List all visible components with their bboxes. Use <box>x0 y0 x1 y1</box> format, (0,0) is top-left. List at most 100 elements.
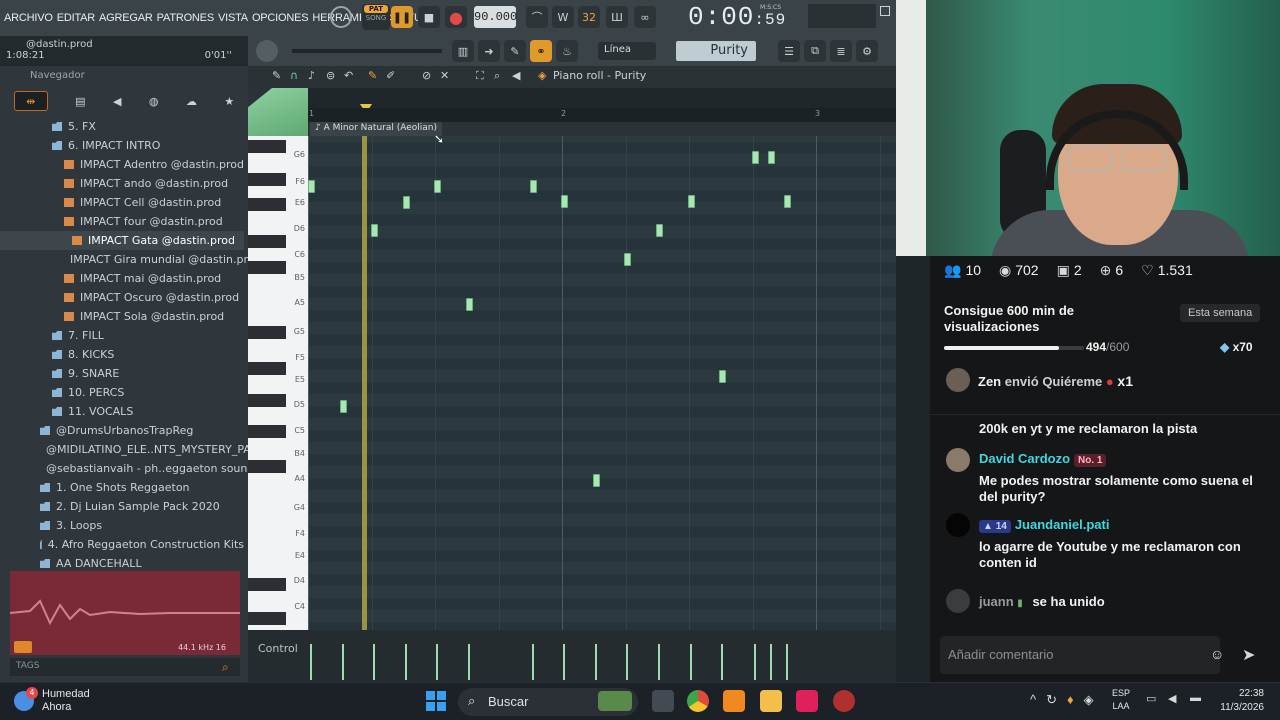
browser-folder[interactable]: 3. Loops <box>0 516 244 535</box>
playhead[interactable] <box>362 136 367 630</box>
avatar[interactable] <box>946 448 970 472</box>
tool-note-icon[interactable]: ♪ <box>308 69 315 82</box>
language-indicator[interactable]: ESP LAA <box>1112 687 1130 713</box>
waveform-preview[interactable]: 44.1 kHz 16 <box>9 571 240 655</box>
velocity-bar[interactable] <box>468 644 470 680</box>
record-button[interactable]: ● <box>445 6 467 28</box>
send-icon[interactable]: ➤ <box>1242 645 1255 665</box>
velocity-bar[interactable] <box>626 644 628 680</box>
black-key[interactable] <box>248 140 286 153</box>
browser-file[interactable]: IMPACT Cell @dastin.prod <box>0 193 244 212</box>
black-key[interactable] <box>248 326 286 339</box>
velocity-bar[interactable] <box>721 644 723 680</box>
velocity-bar[interactable] <box>436 644 438 680</box>
arrow-right-icon[interactable]: ➜ <box>478 40 500 62</box>
goal-period-badge[interactable]: Esta semana <box>1180 304 1261 322</box>
midi-note[interactable] <box>466 298 473 311</box>
master-volume-knob[interactable] <box>256 40 278 62</box>
browser-folder[interactable]: 9. SNARE <box>0 364 244 383</box>
velocity-bar[interactable] <box>532 644 534 680</box>
record-knob-icon[interactable] <box>330 6 352 28</box>
chrome-icon[interactable] <box>687 690 709 712</box>
browser-folder[interactable]: 7. FILL <box>0 326 244 345</box>
timeline-ruler[interactable] <box>308 88 896 113</box>
metronome-icon[interactable]: ⌒ <box>526 6 548 28</box>
pencil-icon[interactable]: ✎ <box>504 40 526 62</box>
midi-note[interactable] <box>403 196 410 209</box>
sync-icon[interactable]: ↻ <box>1046 692 1057 708</box>
midi-note[interactable] <box>530 180 537 193</box>
plugin-icon[interactable]: ⚙ <box>856 40 878 62</box>
tool-paint-icon[interactable]: ✐ <box>386 69 395 82</box>
black-key[interactable] <box>248 261 286 274</box>
link-icon[interactable]: ⚭ <box>530 40 552 62</box>
tool-magnet-icon[interactable]: ∩ <box>290 69 298 82</box>
midi-note[interactable] <box>719 370 726 383</box>
note-grid[interactable] <box>308 136 896 630</box>
midi-note[interactable] <box>308 180 315 193</box>
tempo-display[interactable]: 90.000 <box>474 6 517 28</box>
shield-icon[interactable]: ◈ <box>1084 692 1094 708</box>
browser-file[interactable]: IMPACT ando @dastin.prod <box>0 174 244 193</box>
menu-item[interactable]: AGREGAR <box>99 12 153 24</box>
browser-folder[interactable]: 11. VOCALS <box>0 402 244 421</box>
velocity-bar[interactable] <box>658 644 660 680</box>
scroll-corner[interactable] <box>248 88 308 136</box>
avatar[interactable] <box>946 368 970 392</box>
menu-item[interactable]: ARCHIVO <box>4 12 53 24</box>
menu-item[interactable]: VISTA <box>218 12 248 24</box>
windows-start-icon[interactable] <box>426 691 446 711</box>
emoji-icon[interactable]: ☺ <box>1210 646 1224 662</box>
browser-file[interactable]: IMPACT Gata @dastin.prod <box>0 231 244 250</box>
midi-note[interactable] <box>784 195 791 208</box>
network-icon[interactable]: ▭ <box>1146 692 1156 705</box>
black-key[interactable] <box>248 578 286 591</box>
velocity-bar[interactable] <box>754 644 756 680</box>
browser-folder[interactable]: @sebastianvaih - ph..eggaeton sound kit) <box>0 459 276 478</box>
midi-note[interactable] <box>752 151 759 164</box>
piano-keyboard-icon[interactable]: ▥ <box>452 40 474 62</box>
black-key[interactable] <box>248 235 286 248</box>
pause-button[interactable]: ❚❚ <box>391 6 413 28</box>
browser-globe-tab-icon[interactable]: ◍ <box>149 95 159 108</box>
menu-item[interactable]: EDITAR <box>57 12 96 24</box>
tool-speaker-icon[interactable]: ◀ <box>512 69 520 82</box>
weather-widget[interactable]: 4 Humedad Ahora <box>14 687 90 714</box>
tool-mute-icon[interactable]: ✕ <box>440 69 449 82</box>
velocity-bar[interactable] <box>786 644 788 680</box>
battery-icon[interactable]: ▬ <box>1190 692 1201 704</box>
midi-note[interactable] <box>561 195 568 208</box>
search-icon[interactable]: ⌕ <box>222 660 229 675</box>
menu-item[interactable]: PATRONES <box>157 12 214 24</box>
midi-note[interactable] <box>371 224 378 237</box>
task-view-icon[interactable] <box>652 690 674 712</box>
velocity-bar[interactable] <box>310 644 312 680</box>
midi-note[interactable] <box>656 224 663 237</box>
black-key[interactable] <box>248 425 286 438</box>
browser-folder[interactable]: 5. FX <box>0 117 244 136</box>
midi-note[interactable] <box>593 474 600 487</box>
taskbar-search[interactable]: ⌕ Buscar <box>458 688 638 716</box>
browser-cloud-tab-icon[interactable]: ☁ <box>186 95 197 108</box>
browser-speaker-tab-icon[interactable]: ◀ <box>113 95 121 108</box>
countdown-icon[interactable]: 32 <box>578 6 600 28</box>
channel-selector[interactable]: Purity <box>676 41 756 61</box>
master-pitch-slider[interactable] <box>292 49 442 53</box>
tool-settings-icon[interactable]: ⊜ <box>326 69 335 82</box>
browser-folder[interactable]: 4. Afro Reggaeton Construction Kits <box>0 535 244 554</box>
scale-label[interactable]: ♪ A Minor Natural (Aeolian) <box>310 122 443 136</box>
menu-item[interactable]: OPCIONES <box>252 12 309 24</box>
black-key[interactable] <box>248 612 286 625</box>
tool-undo-icon[interactable]: ↶ <box>344 69 353 82</box>
browser-folder[interactable]: @DrumsUrbanosTrapReg <box>0 421 244 440</box>
wait-input-icon[interactable]: W <box>552 6 574 28</box>
midi-note[interactable] <box>688 195 695 208</box>
avatar[interactable] <box>946 513 970 537</box>
tool-zoom-icon[interactable]: ⌕ <box>494 69 500 83</box>
taskbar-clock[interactable]: 22:38 11/3/2026 <box>1216 687 1264 715</box>
mixer-icon[interactable]: ☰ <box>778 40 800 62</box>
piano-keyboard[interactable]: G6 F6 E6 D6 C6 B5 A5 G5 F5 E5 D5 C5 B4 A4 G4 F4 E4 D4 C4 <box>248 136 308 630</box>
velocity-bar[interactable] <box>563 644 565 680</box>
midi-note[interactable] <box>768 151 775 164</box>
browser-file[interactable]: IMPACT Sola @dastin.prod <box>0 307 244 326</box>
